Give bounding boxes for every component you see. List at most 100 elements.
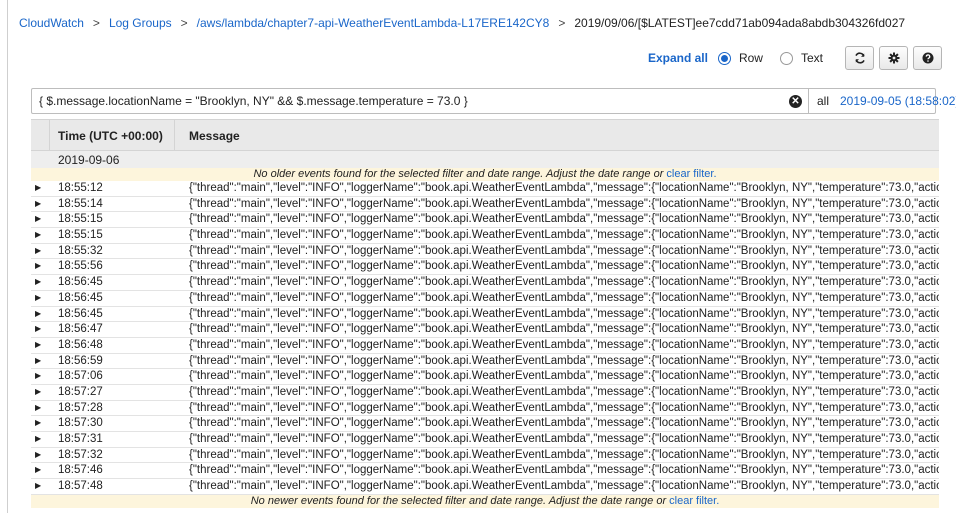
clear-filter-link[interactable]: clear filter. [666, 168, 716, 180]
event-message: {"thread":"main","level":"INFO","loggerN… [189, 448, 939, 461]
older-events-notice: No older events found for the selected f… [31, 168, 939, 181]
older-events-text: No older events found for the selected f… [253, 168, 664, 180]
expand-row-icon[interactable]: ▶ [35, 340, 41, 349]
table-row[interactable]: ▶ 18:57:31 {"thread":"main","level":"INFO"… [31, 432, 939, 448]
table-row[interactable]: ▶ 18:55:14 {"thread":"main","level":"INFO"… [31, 196, 939, 213]
table-row[interactable]: ▶ 18:55:32 {"thread":"main","level":"INFO"… [31, 243, 939, 260]
refresh-button[interactable] [845, 46, 874, 70]
text-view-label[interactable]: Text [801, 51, 823, 65]
table-row[interactable]: ▶ 18:56:59 {"thread":"main","level":"INFO"… [31, 353, 939, 370]
help-button[interactable] [913, 46, 942, 70]
expand-all-link[interactable]: Expand all [648, 51, 708, 65]
event-time: 18:55:32 [58, 244, 103, 257]
event-message: {"thread":"main","level":"INFO","loggerN… [189, 244, 939, 257]
event-message: {"thread":"main","level":"INFO","loggerN… [189, 291, 939, 304]
event-time: 18:57:06 [58, 370, 103, 383]
event-message: {"thread":"main","level":"INFO","loggerN… [189, 182, 939, 194]
expand-row-icon[interactable]: ▶ [35, 230, 41, 239]
event-message: {"thread":"main","level":"INFO","loggerN… [189, 307, 939, 320]
table-row[interactable]: ▶ 18:57:48 {"thread":"main","level":"INFO"… [31, 479, 939, 495]
table-row[interactable]: ▶ 18:56:45 {"thread":"main","level":"INFO"… [31, 290, 939, 307]
event-time: 18:57:46 [58, 464, 103, 477]
table-row[interactable]: ▶ 18:57:06 {"thread":"main","level":"INFO"… [31, 369, 939, 385]
table-row[interactable]: ▶ 18:57:30 {"thread":"main","level":"INFO"… [31, 416, 939, 432]
refresh-icon [854, 52, 865, 64]
settings-button[interactable] [879, 46, 908, 70]
time-column-header[interactable]: Time (UTC +00:00) [58, 129, 163, 143]
event-time: 18:56:59 [58, 354, 103, 367]
log-toolbar: Expand all Row Text [648, 45, 942, 71]
expand-row-icon[interactable]: ▶ [35, 371, 41, 380]
expand-row-icon[interactable]: ▶ [35, 481, 41, 490]
date-group-row: 2019-09-06 [31, 151, 939, 168]
expand-row-icon[interactable]: ▶ [35, 293, 41, 302]
table-row[interactable]: ▶ 18:55:56 {"thread":"main","level":"INFO"… [31, 259, 939, 276]
breadcrumb-cloudwatch[interactable]: CloudWatch [19, 16, 84, 30]
row-view-label[interactable]: Row [739, 51, 763, 65]
breadcrumb-log-groups[interactable]: Log Groups [109, 16, 172, 30]
table-row[interactable]: ▶ 18:56:45 {"thread":"main","level":"INFO"… [31, 275, 939, 291]
breadcrumb-log-stream: 2019/09/06/[$LATEST]ee7cdd71ab094ada8abd… [574, 16, 906, 30]
breadcrumb-log-group[interactable]: /aws/lambda/chapter7-api-WeatherEventLam… [197, 16, 550, 30]
table-row[interactable]: ▶ 18:55:15 {"thread":"main","level":"INFO"… [31, 228, 939, 244]
text-view-radio[interactable] [779, 51, 793, 65]
event-time: 18:57:48 [58, 480, 103, 493]
expand-row-icon[interactable]: ▶ [35, 434, 41, 443]
event-message: {"thread":"main","level":"INFO","loggerN… [189, 354, 939, 367]
expand-row-icon[interactable]: ▶ [35, 199, 41, 208]
gear-icon [888, 52, 899, 64]
expand-row-icon[interactable]: ▶ [35, 450, 41, 459]
expand-row-icon[interactable]: ▶ [35, 214, 41, 223]
expand-row-icon[interactable]: ▶ [35, 356, 41, 365]
table-row[interactable]: ▶ 18:57:32 {"thread":"main","level":"INFO"… [31, 447, 939, 464]
date-range-value: 2019-09-05 (18:58:02) [840, 94, 956, 108]
expand-row-icon[interactable]: ▶ [35, 277, 41, 286]
table-row[interactable]: ▶ 18:55:12 {"thread":"main","level":"INFO"… [31, 181, 939, 197]
expand-row-icon[interactable]: ▶ [35, 403, 41, 412]
message-column-header: Message [189, 129, 240, 143]
expand-row-icon[interactable]: ▶ [35, 309, 41, 318]
event-time: 18:55:14 [58, 197, 103, 210]
event-message: {"thread":"main","level":"INFO","loggerN… [189, 276, 939, 289]
table-row[interactable]: ▶ 18:56:48 {"thread":"main","level":"INFO"… [31, 337, 939, 354]
expand-row-icon[interactable]: ▶ [35, 246, 41, 255]
expand-row-icon[interactable]: ▶ [35, 418, 41, 427]
table-row[interactable]: ▶ 18:56:47 {"thread":"main","level":"INFO"… [31, 322, 939, 338]
clear-filter-icon[interactable]: ✕ [789, 95, 802, 108]
expand-row-icon[interactable]: ▶ [35, 465, 41, 474]
event-message: {"thread":"main","level":"INFO","loggerN… [189, 385, 939, 398]
log-rows: ▶ 18:55:12 {"thread":"main","level":"INFO"… [31, 181, 939, 495]
event-time: 18:56:45 [58, 307, 103, 320]
event-message: {"thread":"main","level":"INFO","loggerN… [189, 213, 939, 226]
expand-row-icon[interactable]: ▶ [35, 387, 41, 396]
table-row[interactable]: ▶ 18:56:45 {"thread":"main","level":"INFO"… [31, 306, 939, 323]
date-range-dropdown[interactable]: 2019-09-05 (18:58:02)▼ [840, 94, 956, 108]
expand-row-icon[interactable]: ▶ [35, 324, 41, 333]
event-message: {"thread":"main","level":"INFO","loggerN… [189, 197, 939, 210]
event-message: {"thread":"main","level":"INFO","loggerN… [189, 433, 939, 445]
event-time: 18:56:45 [58, 276, 103, 289]
event-message: {"thread":"main","level":"INFO","loggerN… [189, 401, 939, 414]
event-message: {"thread":"main","level":"INFO","loggerN… [189, 417, 939, 430]
table-row[interactable]: ▶ 18:57:28 {"thread":"main","level":"INFO"… [31, 400, 939, 417]
event-message: {"thread":"main","level":"INFO","loggerN… [189, 260, 939, 273]
event-time: 18:55:12 [58, 182, 103, 194]
row-view-radio[interactable] [717, 51, 731, 65]
date-group-label: 2019-09-06 [58, 153, 120, 167]
event-message: {"thread":"main","level":"INFO","loggerN… [189, 480, 939, 493]
range-all-label[interactable]: all [817, 94, 829, 108]
event-message: {"thread":"main","level":"INFO","loggerN… [189, 338, 939, 351]
newer-events-text: No newer events found for the selected f… [250, 494, 667, 507]
filter-input[interactable] [32, 89, 776, 113]
event-time: 18:55:15 [58, 229, 103, 242]
event-time: 18:56:48 [58, 338, 103, 351]
table-row[interactable]: ▶ 18:57:27 {"thread":"main","level":"INFO"… [31, 384, 939, 401]
clear-filter-link[interactable]: clear filter. [669, 495, 719, 507]
table-row[interactable]: ▶ 18:57:46 {"thread":"main","level":"INFO"… [31, 463, 939, 480]
event-time: 18:57:32 [58, 448, 103, 461]
expand-row-icon[interactable]: ▶ [35, 261, 41, 270]
expand-row-icon[interactable]: ▶ [35, 183, 41, 192]
filter-bar: ✕ all 2019-09-05 (18:58:02)▼ [31, 88, 956, 114]
table-row[interactable]: ▶ 18:55:15 {"thread":"main","level":"INFO"… [31, 212, 939, 229]
breadcrumb-separator: > [92, 16, 100, 30]
